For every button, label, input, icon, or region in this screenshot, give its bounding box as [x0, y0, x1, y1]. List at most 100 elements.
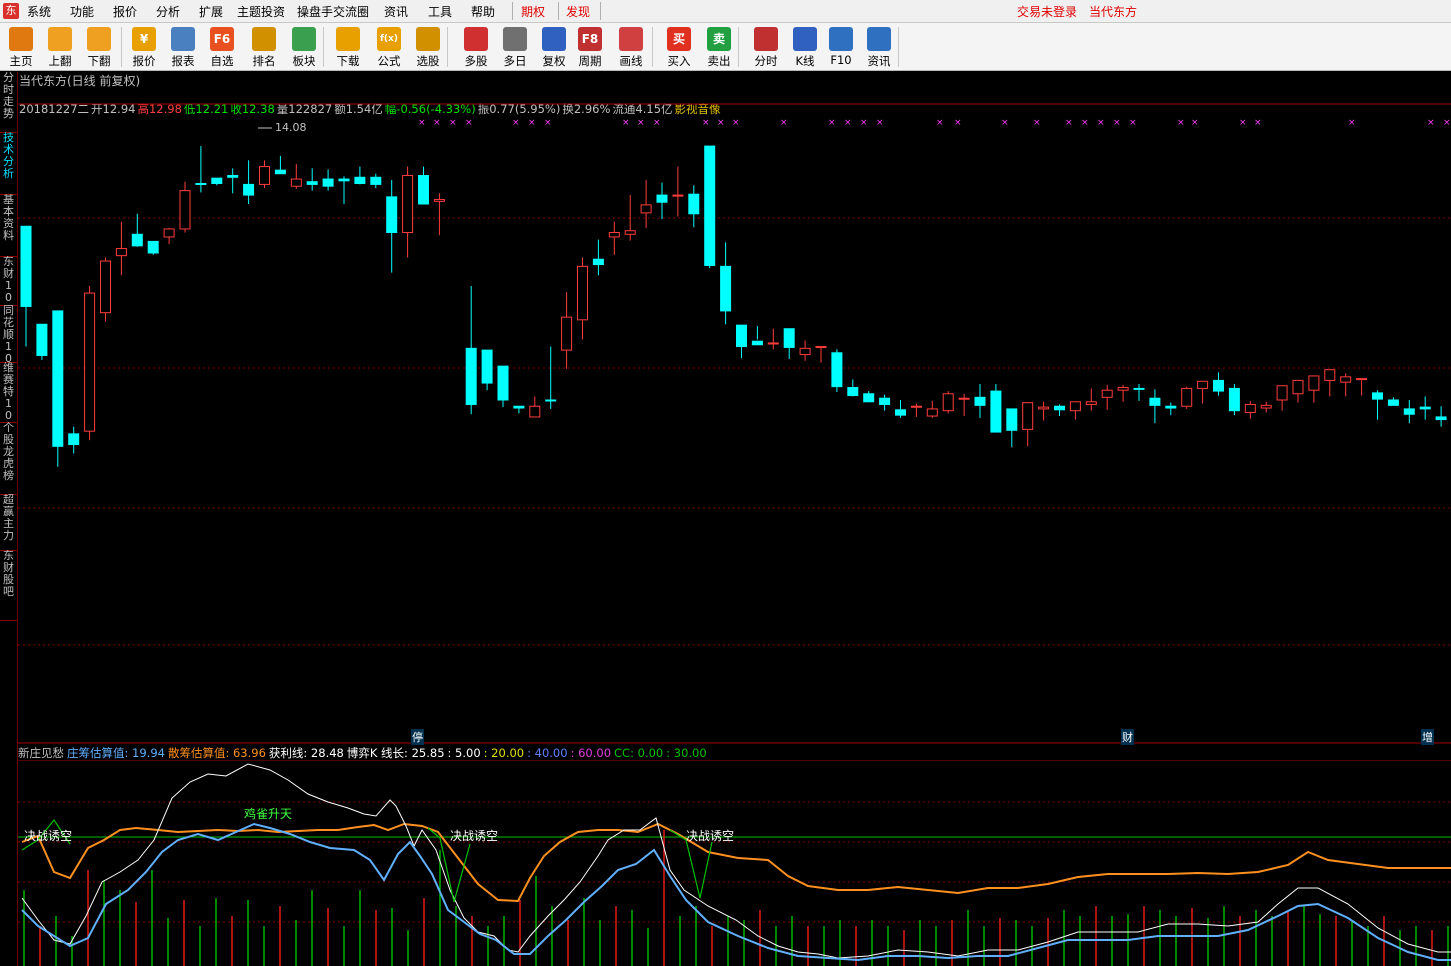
marker-increase[interactable]: 增	[1421, 729, 1434, 745]
toolbar-divider	[898, 27, 899, 67]
分时-toolbar-button[interactable]: 分时	[747, 25, 785, 69]
side-tab-3[interactable]: 东财10	[0, 256, 17, 306]
menu-item-trader-circle[interactable]: 操盘手交流圈	[297, 3, 369, 20]
yen-icon: ¥	[132, 27, 156, 51]
candle-body	[1117, 387, 1129, 391]
menu-item-extend[interactable]: 扩展	[199, 3, 223, 20]
indicator-value: 散筹估算值: 63.96	[167, 746, 266, 760]
自选-toolbar-button[interactable]: F6 自选	[203, 25, 241, 69]
报价-toolbar-button[interactable]: ¥ 报价	[125, 25, 163, 69]
signal-x-marker: ×	[780, 118, 788, 128]
资讯-toolbar-button[interactable]: 资讯	[860, 25, 898, 69]
F10-toolbar-button[interactable]: F10	[822, 25, 860, 69]
candle-body	[577, 265, 588, 321]
下载-toolbar-button[interactable]: 下载	[329, 25, 367, 69]
side-tab-7[interactable]: 超赢主力	[0, 494, 17, 551]
chart-title: 当代东方(日线 前复权)	[19, 74, 141, 88]
candle-body	[895, 409, 906, 416]
candle-body	[370, 176, 382, 185]
restore-icon	[542, 27, 566, 51]
menu-item-quote[interactable]: 报价	[113, 3, 137, 20]
选股-toolbar-button[interactable]: 选股	[409, 25, 447, 69]
周期-toolbar-button[interactable]: F8 周期	[571, 25, 609, 69]
signal-x-marker: ×	[512, 118, 520, 128]
下翻-toolbar-button[interactable]: 下翻	[80, 25, 118, 69]
toolbar-button-label: 周期	[578, 54, 602, 68]
indicator-chart[interactable]: 决战诱空 鸡雀升天决战诱空 决战诱空	[18, 760, 1451, 966]
报表-toolbar-button[interactable]: 报表	[164, 25, 202, 69]
signal-x-marker: ×	[1097, 118, 1105, 128]
candle-body	[656, 194, 668, 203]
signal-x-marker: ×	[544, 118, 552, 128]
report-icon	[171, 27, 195, 51]
menu-item-news[interactable]: 资讯	[384, 3, 408, 20]
menu-item-function[interactable]: 功能	[70, 3, 94, 20]
download-icon	[336, 27, 360, 51]
menu-item-discover[interactable]: 发现	[566, 3, 590, 20]
板块-toolbar-button[interactable]: 板块	[285, 25, 323, 69]
toolbar-button-label: 报表	[171, 54, 195, 68]
side-tab-8[interactable]: 东财股吧	[0, 550, 17, 621]
candle-body	[942, 393, 954, 412]
candle-body	[1308, 375, 1320, 391]
toolbar-button-label: 报价	[132, 54, 156, 68]
marker-halt[interactable]: 停	[411, 729, 424, 745]
menu-item-system[interactable]: 系统	[27, 3, 51, 20]
marker-finance[interactable]: 财	[1121, 729, 1134, 745]
多股-toolbar-button[interactable]: 多股	[457, 25, 495, 69]
主页-toolbar-button[interactable]: 主页	[2, 25, 40, 69]
上翻-toolbar-button[interactable]: 上翻	[41, 25, 79, 69]
block-icon	[292, 27, 316, 51]
toolbar-divider	[447, 27, 448, 67]
signal-x-marker: ×	[622, 118, 630, 128]
signal-x-marker: ×	[1065, 118, 1073, 128]
menu-item-analysis[interactable]: 分析	[156, 3, 180, 20]
side-tab-5[interactable]: 维赛特10	[0, 362, 17, 423]
candle-body	[1197, 380, 1209, 389]
candle-body	[20, 225, 32, 307]
max-price-label: 14.08	[275, 121, 307, 134]
candle-body	[1340, 376, 1352, 383]
side-tab-2[interactable]: 基本资料	[0, 194, 17, 257]
candle-body	[131, 233, 143, 247]
candle-body	[926, 408, 938, 417]
candle-body	[1324, 369, 1336, 381]
candle-body	[115, 248, 127, 257]
画线-toolbar-button[interactable]: 画线	[612, 25, 650, 69]
kline-chart[interactable]: 14.08 × × × × × × × × × × × × × × × × × × × × × × × × × × × × × × × × × ×	[18, 88, 1451, 744]
side-tab-1[interactable]: 技术分析	[0, 132, 17, 195]
toolbar-divider	[323, 27, 324, 67]
candle-body	[704, 145, 716, 266]
menu-item-theme-invest[interactable]: 主题投资	[237, 3, 285, 20]
排名-toolbar-button[interactable]: 排名	[245, 25, 283, 69]
signal-x-marker: ×	[936, 118, 944, 128]
candle-body	[100, 260, 111, 314]
side-tab-0[interactable]: 分时走势	[0, 72, 17, 133]
side-tabs: 分时走势技术分析基本资料东财10同花顺10维赛特10个股龙虎榜超赢主力东财股吧	[0, 72, 18, 966]
signal-x-marker: ×	[1348, 118, 1356, 128]
signal-x-marker: ×	[844, 118, 852, 128]
复权-toolbar-button[interactable]: 复权	[535, 25, 573, 69]
signal-x-marker: ×	[418, 118, 426, 128]
candle-body	[290, 178, 302, 187]
candle-body	[1054, 405, 1065, 411]
公式-toolbar-button[interactable]: f(x) 公式	[370, 25, 408, 69]
candle-body	[958, 397, 970, 400]
side-tab-6[interactable]: 个股龙虎榜	[0, 422, 17, 495]
side-tab-4[interactable]: 同花顺10	[0, 305, 17, 363]
多日-toolbar-button[interactable]: 多日	[496, 25, 534, 69]
candle-body	[1276, 385, 1288, 401]
menu-item-help[interactable]: 帮助	[471, 3, 495, 20]
menu-item-tools[interactable]: 工具	[428, 3, 452, 20]
menu-item-options[interactable]: 期权	[521, 3, 545, 20]
卖出-toolbar-button[interactable]: 卖卖出	[700, 25, 738, 69]
indicator-value: : 30.00	[666, 746, 707, 760]
toolbar-button-label: 板块	[292, 54, 316, 68]
candle-body	[608, 232, 620, 238]
signal-x-marker: ×	[717, 118, 725, 128]
K线-toolbar-button[interactable]: K线	[786, 25, 824, 69]
sell-icon: 卖	[707, 27, 731, 51]
login-status[interactable]: 交易未登录	[1017, 3, 1077, 20]
timeshare-icon	[754, 27, 778, 51]
买入-toolbar-button[interactable]: 买买入	[660, 25, 698, 69]
